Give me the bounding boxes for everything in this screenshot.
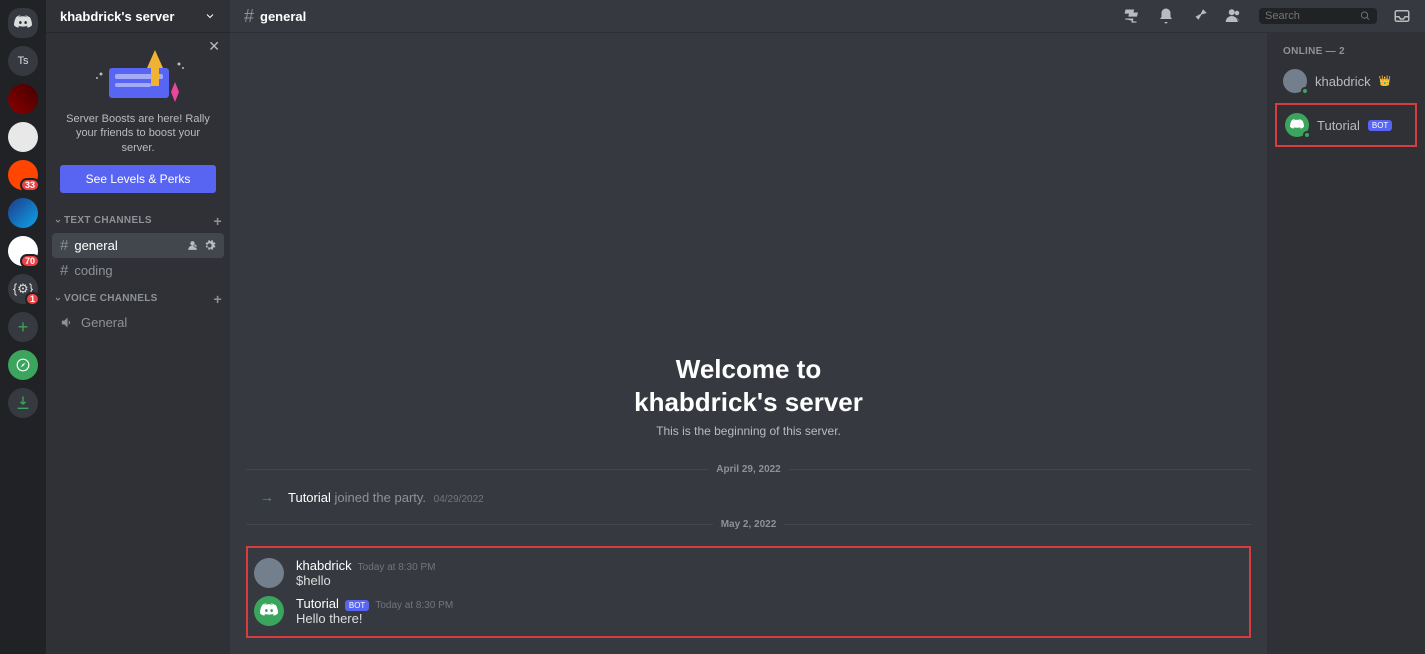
- member-tutorial[interactable]: Tutorial BOT: [1277, 109, 1415, 141]
- channel-title: general: [260, 9, 1123, 24]
- category-label: TEXT CHANNELS: [64, 215, 152, 226]
- welcome-subtitle: This is the beginning of this server.: [656, 424, 841, 438]
- divider-label: April 29, 2022: [708, 464, 788, 475]
- avatar: [1285, 113, 1309, 137]
- chevron-down-icon: [204, 10, 216, 22]
- members-icon[interactable]: [1225, 7, 1243, 25]
- speaker-icon: [60, 315, 75, 330]
- system-text: joined the party.: [331, 490, 426, 505]
- search-box[interactable]: [1259, 8, 1377, 24]
- message: Tutorial BOT Today at 8:30 PM Hello ther…: [254, 592, 1243, 630]
- server-name: khabdrick's server: [60, 9, 174, 24]
- crown-icon: 👑: [1379, 76, 1391, 87]
- message: khabdrick Today at 8:30 PM $hello: [254, 554, 1243, 592]
- avatar[interactable]: [254, 558, 284, 588]
- channel-header: # general: [230, 0, 1425, 32]
- date-divider: May 2, 2022: [246, 519, 1251, 530]
- search-input[interactable]: [1265, 10, 1360, 22]
- main-area: # general Welcome tokhabdrick's server T…: [230, 0, 1425, 654]
- message-time: Today at 8:30 PM: [358, 562, 436, 573]
- system-message: → Tutorial joined the party. 04/29/2022: [246, 485, 1251, 509]
- members-list: ONLINE — 2 khabdrick 👑 Tutorial BOT: [1267, 32, 1425, 654]
- guild-5[interactable]: [8, 198, 38, 228]
- guild-3[interactable]: [8, 122, 38, 152]
- bot-tag: BOT: [1368, 120, 1392, 131]
- members-header: ONLINE — 2: [1275, 46, 1417, 57]
- channel-sidebar: khabdrick's server ✕ Server Boosts are h…: [46, 0, 230, 654]
- download-button[interactable]: [8, 388, 38, 418]
- guild-6[interactable]: 70: [8, 236, 38, 266]
- category-label: VOICE CHANNELS: [64, 293, 158, 304]
- download-icon: [15, 395, 31, 411]
- search-icon: [1360, 10, 1371, 22]
- guild-4[interactable]: 33: [8, 160, 38, 190]
- hash-icon: #: [60, 237, 68, 254]
- guild-6-badge: 70: [20, 254, 40, 268]
- date-divider: April 29, 2022: [246, 464, 1251, 475]
- boost-card: ✕ Server Boosts are here! Rally your fri…: [46, 32, 230, 205]
- member-name: khabdrick: [1315, 74, 1371, 89]
- add-channel-button[interactable]: +: [214, 213, 222, 229]
- welcome-title-1: Welcome to: [676, 354, 821, 384]
- voice-channels-header[interactable]: VOICE CHANNELS +: [46, 283, 230, 311]
- guild-2[interactable]: [8, 84, 38, 114]
- message-author[interactable]: Tutorial: [296, 596, 339, 611]
- avatar: [1283, 69, 1307, 93]
- explore-button[interactable]: [8, 350, 38, 380]
- bot-tag: BOT: [345, 600, 369, 611]
- discord-bot-icon: [260, 602, 278, 620]
- server-header[interactable]: khabdrick's server: [46, 0, 230, 32]
- member-name: Tutorial: [1317, 118, 1360, 133]
- threads-icon[interactable]: [1123, 7, 1141, 25]
- system-user[interactable]: Tutorial: [288, 490, 331, 505]
- message-author[interactable]: khabdrick: [296, 558, 352, 573]
- bell-icon[interactable]: [1157, 7, 1175, 25]
- guild-7-badge: 1: [25, 292, 40, 306]
- hash-icon: #: [60, 262, 68, 279]
- invite-icon[interactable]: [186, 239, 199, 252]
- avatar[interactable]: [254, 596, 284, 626]
- join-arrow-icon: →: [260, 489, 274, 505]
- channel-general[interactable]: # general: [52, 233, 224, 258]
- add-channel-button[interactable]: +: [214, 291, 222, 307]
- chevron-down-icon: [54, 295, 62, 303]
- boost-text: Server Boosts are here! Rally your frien…: [60, 112, 216, 155]
- message-text: $hello: [296, 573, 1243, 588]
- message-list: Welcome tokhabdrick's server This is the…: [230, 32, 1267, 654]
- hash-icon: #: [244, 6, 254, 27]
- add-server-button[interactable]: +: [8, 312, 38, 342]
- discord-bot-icon: [1290, 118, 1304, 132]
- highlight-box: Tutorial BOT: [1275, 103, 1417, 147]
- discord-logo-icon: [14, 14, 32, 32]
- compass-icon: [16, 358, 30, 372]
- inbox-icon[interactable]: [1393, 7, 1411, 25]
- message-time: Today at 8:30 PM: [375, 600, 453, 611]
- member-khabdrick[interactable]: khabdrick 👑: [1275, 65, 1417, 97]
- welcome-title-2: khabdrick's server: [634, 387, 863, 417]
- voice-channel-general[interactable]: General: [52, 311, 224, 334]
- system-time: 04/29/2022: [434, 494, 484, 505]
- divider-label: May 2, 2022: [713, 519, 785, 530]
- home-guild[interactable]: [8, 8, 38, 38]
- guild-7[interactable]: {⚙} 1: [8, 274, 38, 304]
- channel-label: coding: [74, 263, 216, 278]
- channel-coding[interactable]: # coding: [52, 258, 224, 283]
- chevron-down-icon: [54, 217, 62, 225]
- highlight-box: khabdrick Today at 8:30 PM $hello Tutori…: [246, 546, 1251, 638]
- guilds-sidebar: Ts 33 70 {⚙} 1 +: [0, 0, 46, 654]
- pin-icon[interactable]: [1191, 7, 1209, 25]
- boost-button[interactable]: See Levels & Perks: [60, 165, 216, 193]
- welcome-block: Welcome tokhabdrick's server This is the…: [246, 48, 1251, 454]
- close-icon[interactable]: ✕: [208, 38, 220, 55]
- gear-icon[interactable]: [203, 239, 216, 252]
- boost-illustration: [60, 44, 216, 102]
- guild-ts[interactable]: Ts: [8, 46, 38, 76]
- message-text: Hello there!: [296, 611, 1243, 626]
- text-channels-header[interactable]: TEXT CHANNELS +: [46, 205, 230, 233]
- guild-4-badge: 33: [20, 178, 40, 192]
- channel-label: general: [74, 238, 180, 253]
- channel-label: General: [81, 315, 216, 330]
